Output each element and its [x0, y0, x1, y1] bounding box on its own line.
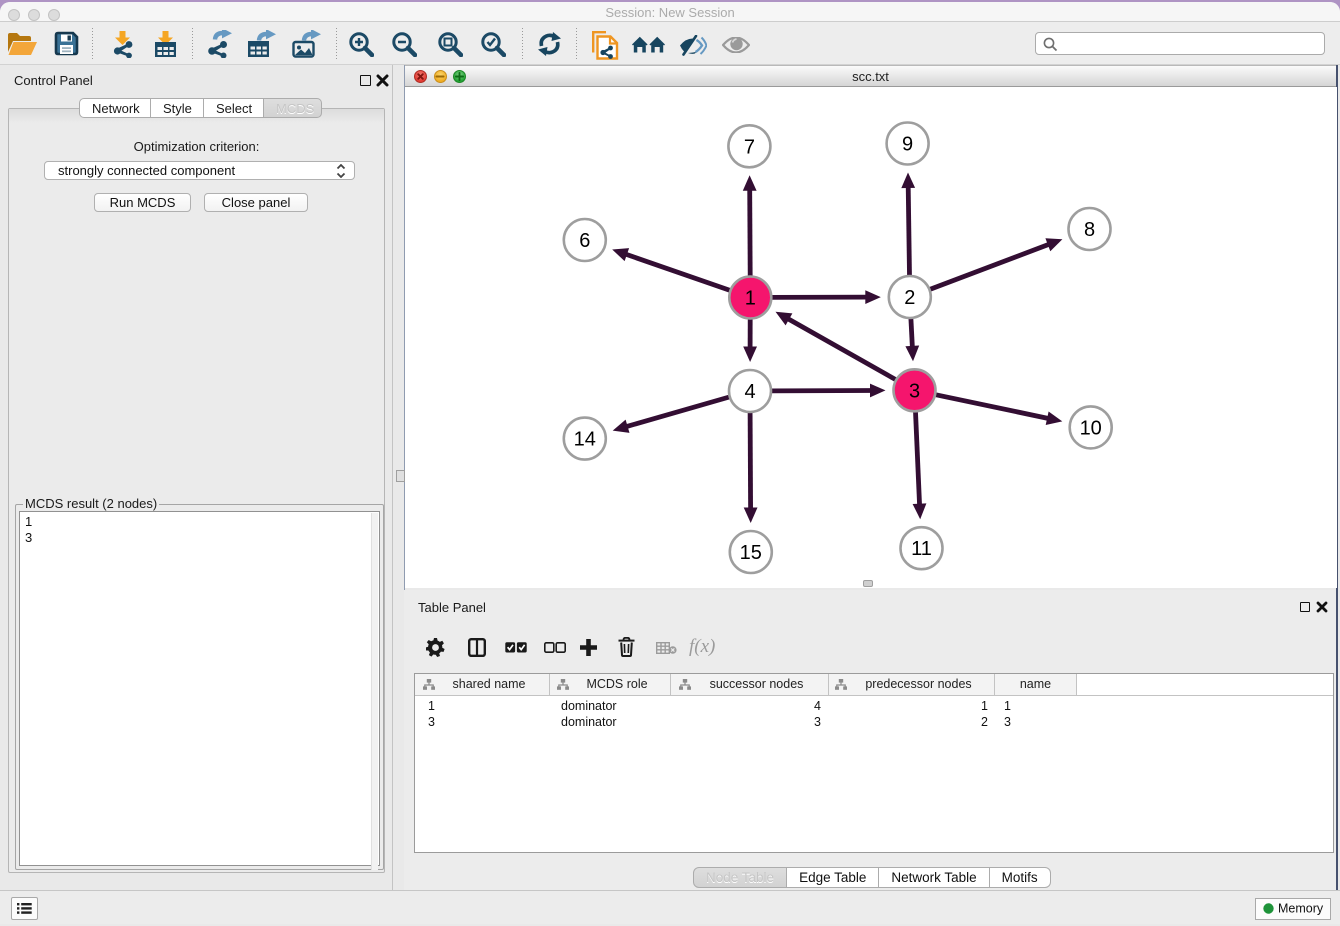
svg-text:1: 1: [745, 288, 756, 310]
svg-text:11: 11: [911, 538, 932, 560]
svg-text:7: 7: [744, 136, 755, 158]
svg-text:6: 6: [579, 230, 590, 252]
svg-text:3: 3: [909, 380, 920, 402]
svg-text:15: 15: [740, 542, 762, 564]
svg-text:4: 4: [744, 381, 755, 403]
svg-text:10: 10: [1080, 417, 1102, 439]
svg-text:9: 9: [902, 134, 913, 156]
svg-text:8: 8: [1084, 219, 1095, 241]
svg-text:2: 2: [904, 287, 915, 309]
svg-text:14: 14: [574, 429, 596, 451]
